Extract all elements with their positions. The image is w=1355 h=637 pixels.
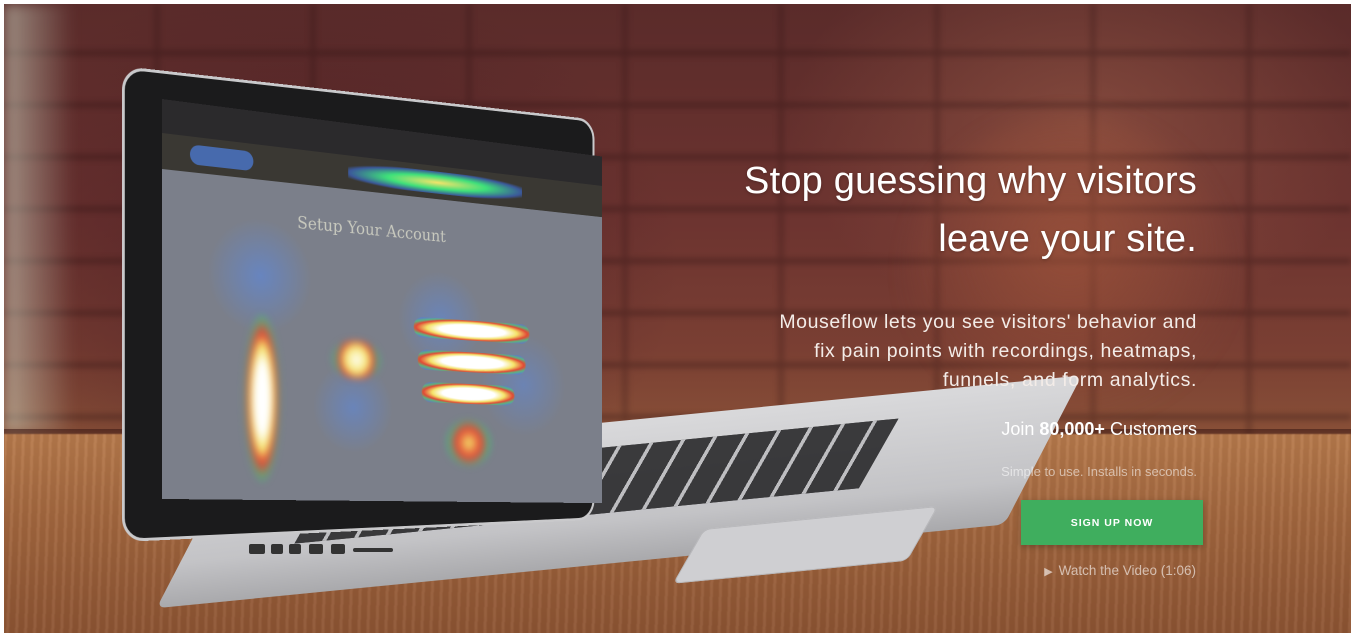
join-count: 80,000+ [1039, 419, 1105, 439]
port [309, 544, 323, 554]
subhead-line-1: Mouseflow lets you see visitors' behavio… [779, 311, 1197, 333]
watch-video-label: Watch the Video (1:06) [1058, 563, 1196, 578]
screen-logo [189, 144, 254, 172]
port [331, 544, 345, 554]
heat-blob [244, 314, 280, 481]
heat-blob [413, 316, 530, 345]
heatmap-overlay: Setup Your Account [162, 169, 602, 504]
heat-blob [445, 419, 492, 467]
subhead-line-3: funnels, and form analytics. [942, 369, 1197, 391]
subheadline: Mouseflow lets you see visitors' behavio… [557, 308, 1197, 395]
hero-text: Stop guessing why visitors leave your si… [557, 152, 1197, 479]
window-light [4, 4, 74, 434]
headline-line-1: Stop guessing why visitors [744, 160, 1197, 202]
laptop-screen: Setup Your Account [162, 99, 602, 504]
watch-video-link[interactable]: ▶ Watch the Video (1:06) [1044, 563, 1196, 578]
heatmap-page-title: Setup Your Account [297, 212, 446, 247]
sign-up-button[interactable]: SIGN UP NOW [1021, 500, 1203, 545]
join-suffix-text: Customers [1109, 419, 1197, 439]
customer-count: Join 80,000+ Customers [557, 419, 1197, 440]
heat-blob [417, 349, 526, 376]
laptop-ports [249, 544, 449, 560]
heat-blob [421, 381, 515, 406]
port [353, 548, 393, 552]
join-prefix: Join [1001, 419, 1035, 439]
hero-banner: Setup Your Account Stop guessing why vis… [4, 4, 1351, 633]
subhead-line-2: fix pain points with recordings, heatmap… [814, 340, 1197, 362]
port [249, 544, 265, 554]
heat-blob [331, 339, 382, 380]
headline-line-2: leave your site. [938, 218, 1197, 260]
play-icon: ▶ [1044, 566, 1053, 578]
port [289, 544, 301, 554]
headline: Stop guessing why visitors leave your si… [557, 152, 1197, 268]
port [271, 544, 283, 554]
tagline: Simple to use. Installs in seconds. [1001, 464, 1197, 479]
